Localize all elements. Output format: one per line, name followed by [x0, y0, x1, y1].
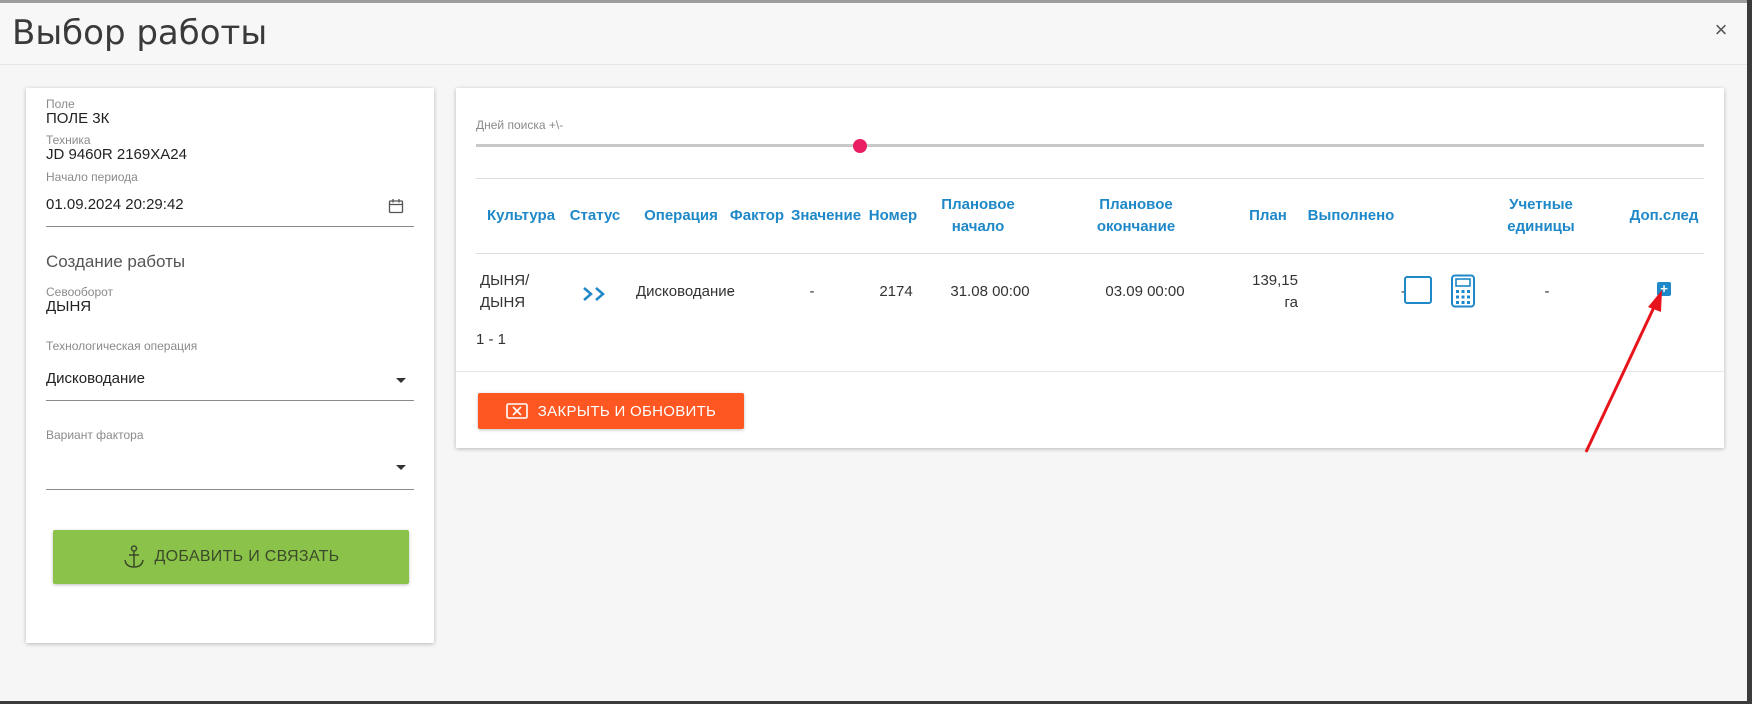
rotation-value: ДЫНЯ [46, 298, 92, 315]
factor-underline [46, 489, 414, 490]
field-label: Поле [46, 97, 75, 111]
period-label: Начало периода [46, 170, 138, 184]
create-work-title: Создание работы [46, 252, 186, 271]
cell-factor: - [728, 283, 733, 300]
work-search-panel: Дней поиска +\- Культура Статус Операция… [456, 88, 1724, 448]
period-underline [46, 226, 414, 227]
calendar-icon[interactable] [388, 198, 404, 214]
done-checkbox[interactable] [1404, 276, 1432, 304]
cell-units: - [1544, 283, 1550, 300]
column-header-operation[interactable]: Операция [638, 205, 724, 227]
dialog-header: Выбор работы × [0, 3, 1747, 65]
cell-plan-end: 03.09 00:00 [1105, 283, 1185, 300]
factor-label: Вариант фактора [46, 428, 144, 442]
column-header-number[interactable]: Номер [864, 205, 922, 227]
column-header-units[interactable]: Учетные единицы [1498, 194, 1584, 238]
column-header-plan-end[interactable]: Плановое окончание [1088, 194, 1184, 238]
cell-number: 2174 [879, 283, 913, 300]
column-header-plan[interactable]: План [1244, 205, 1292, 227]
table-divider [476, 178, 1704, 179]
anchor-icon [123, 545, 144, 568]
column-header-extra[interactable]: Доп.след [1628, 205, 1700, 227]
machine-value: JD 9460R 2169ХА24 [46, 146, 187, 163]
search-days-slider[interactable] [476, 144, 1704, 147]
close-icon[interactable]: × [1708, 17, 1734, 43]
cell-plan: 139,15 га [1252, 272, 1298, 311]
add-and-link-label: ДОБАВИТЬ И СВЯЗАТЬ [154, 548, 340, 565]
column-header-value[interactable]: Значение [790, 205, 862, 227]
close-box-icon [505, 403, 528, 419]
pagination-range: 1 - 1 [476, 331, 507, 348]
window-right-edge [1747, 0, 1752, 704]
machine-label: Техника [46, 133, 91, 147]
column-header-plan-start[interactable]: Плановое начало [936, 194, 1020, 238]
cell-plan-start: 31.08 00:00 [950, 283, 1030, 300]
cell-culture: ДЫНЯ/ ДЫНЯ [480, 272, 530, 311]
cell-operation: Дисководание [636, 283, 736, 300]
period-input[interactable]: 01.09.2024 20:29:42 [46, 196, 184, 213]
field-value: ПОЛЕ 3К [46, 110, 110, 127]
column-header-done[interactable]: Выполнено [1304, 205, 1398, 227]
table-header-divider [476, 253, 1704, 254]
chevron-down-icon[interactable] [396, 465, 406, 470]
cell-done: - [1401, 283, 1406, 300]
close-and-refresh-label: ЗАКРЫТЬ И ОБНОВИТЬ [537, 402, 717, 420]
footer-divider [456, 371, 1724, 372]
operation-label: Технологическая операция [46, 339, 198, 353]
rotation-label: Севооборот [46, 285, 114, 299]
cell-value: - [809, 283, 815, 300]
chevron-down-icon[interactable] [396, 378, 406, 383]
column-header-factor[interactable]: Фактор [726, 205, 788, 227]
add-and-link-button[interactable]: ДОБАВИТЬ И СВЯЗАТЬ [53, 530, 409, 584]
close-and-refresh-button[interactable]: ЗАКРЫТЬ И ОБНОВИТЬ [478, 393, 744, 429]
add-extra-icon[interactable]: + [1657, 282, 1671, 296]
slider-thumb[interactable] [853, 139, 867, 153]
column-header-culture[interactable]: Культура [486, 205, 556, 227]
column-header-status[interactable]: Статус [568, 205, 622, 227]
search-days-label: Дней поиска +\- [476, 118, 564, 132]
operation-select[interactable]: Дисководание [46, 370, 145, 387]
operation-underline [46, 400, 414, 401]
dialog-title: Выбор работы [12, 13, 268, 53]
work-creation-panel: Поле ПОЛЕ 3К Техника JD 9460R 2169ХА24 Н… [26, 88, 434, 643]
double-chevron-right-icon[interactable] [582, 285, 608, 303]
calculator-icon[interactable] [1450, 274, 1476, 308]
